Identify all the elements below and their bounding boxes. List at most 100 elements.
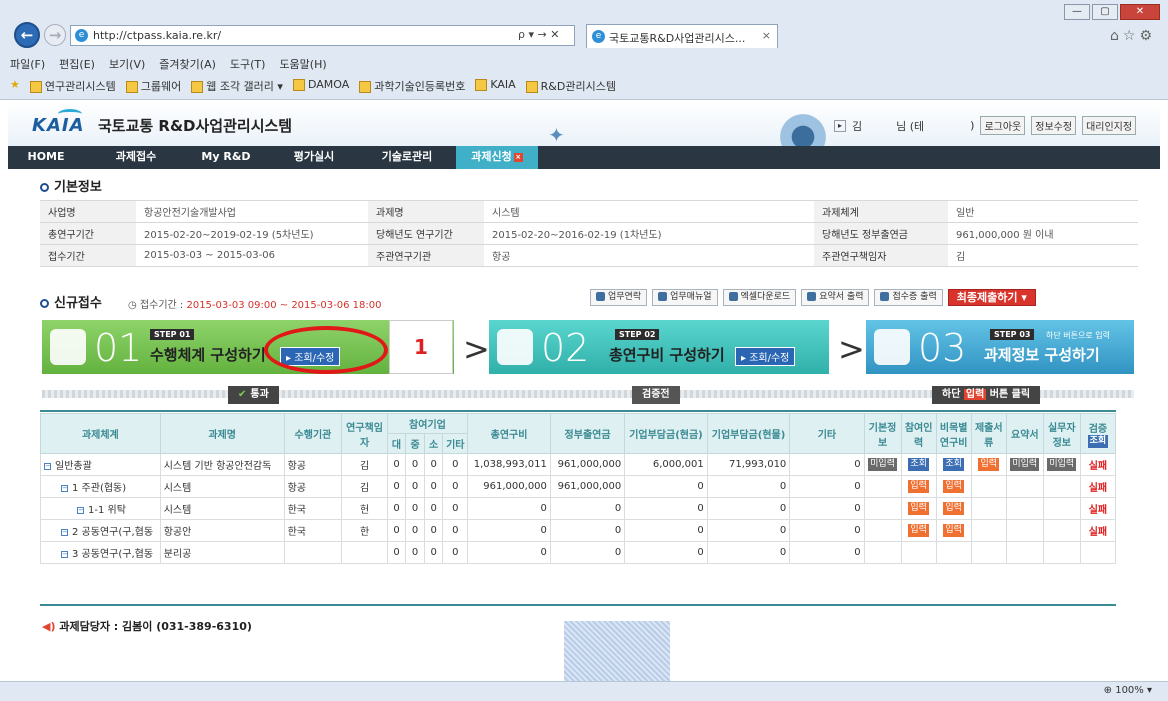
- favorite-item[interactable]: 그룹웨어: [125, 78, 181, 94]
- verify-view-button[interactable]: 조회: [1087, 434, 1109, 448]
- print-receipt-button[interactable]: 접수증 출력: [874, 289, 943, 306]
- cell: 0: [405, 475, 425, 498]
- empty-cell: [1042, 475, 1081, 498]
- menu-bar: 파일(F) 편집(E) 보기(V) 즐겨찾기(A) 도구(T) 도움말(H): [10, 56, 327, 72]
- menu-edit[interactable]: 편집(E): [59, 56, 95, 72]
- gov-fund: 0: [549, 541, 626, 564]
- favorite-item[interactable]: DAMOA: [292, 78, 349, 94]
- nav-evaluation[interactable]: 평가실시: [276, 146, 352, 169]
- favorites-star-icon[interactable]: ★: [10, 78, 20, 94]
- address-bar[interactable]: e http://ctpass.kaia.re.kr/: [70, 25, 575, 46]
- basic-info-status[interactable]: 미입력: [868, 458, 897, 471]
- col-header: 요약서: [1005, 413, 1044, 454]
- project-name: 시스템: [159, 475, 285, 498]
- summary-status[interactable]: 미입력: [1010, 458, 1040, 471]
- manager-info: ◀) 과제담당자 : 김봄이 (031-389-6310): [42, 620, 252, 633]
- budget-input-button[interactable]: 입력: [943, 480, 964, 493]
- logout-button[interactable]: 로그아웃: [980, 116, 1026, 135]
- favorite-item[interactable]: 연구관리시스템: [29, 78, 116, 94]
- menu-view[interactable]: 보기(V): [109, 56, 145, 72]
- staff-input-button[interactable]: 입력: [908, 524, 929, 537]
- menu-tools[interactable]: 도구(T): [230, 56, 266, 72]
- status-badge: ✔ 통과: [228, 386, 279, 404]
- site-header: KAIA 국토교통 R&D사업관리시스템 ✦ ▸ 김 님 (테 ) 로그아웃 정…: [8, 101, 1160, 147]
- close-tab-icon[interactable]: ×: [513, 152, 523, 162]
- forward-icon[interactable]: →: [44, 24, 66, 46]
- cell: 0: [405, 453, 425, 476]
- menu-file[interactable]: 파일(F): [10, 56, 45, 72]
- menu-help[interactable]: 도움말(H): [279, 56, 326, 72]
- nav-my-rd[interactable]: My R&D: [188, 146, 264, 169]
- user-suffix: 님 (테: [896, 119, 925, 133]
- url-text: http://ctpass.kaia.re.kr/: [93, 29, 222, 42]
- info-label: 당해년도 정부출연금: [814, 222, 948, 245]
- ie-icon: e: [592, 30, 605, 43]
- collapse-icon[interactable]: −: [77, 506, 84, 514]
- staff-input-button[interactable]: 입력: [908, 502, 929, 515]
- col-header: 기타: [789, 413, 865, 454]
- tree-cell[interactable]: −1-1 위탁: [40, 497, 161, 520]
- staff-info-status[interactable]: 미입력: [1047, 458, 1077, 471]
- staff-view-button[interactable]: 조회: [908, 458, 929, 471]
- project-name: 시스템: [159, 497, 285, 520]
- bullet-icon: [40, 183, 49, 192]
- etc: 0: [789, 541, 865, 564]
- staff-input-button[interactable]: 입력: [908, 480, 929, 493]
- collapse-icon[interactable]: −: [44, 462, 51, 470]
- col-subheader: 대: [386, 433, 407, 454]
- cell: 0: [386, 541, 407, 564]
- final-submit-button[interactable]: 최종제출하기 ▾: [947, 289, 1036, 306]
- manual-button[interactable]: 업무매뉴얼: [652, 289, 718, 306]
- close-icon[interactable]: ✕: [1120, 4, 1160, 20]
- budget-view-button[interactable]: 조회: [943, 458, 964, 471]
- nav-home[interactable]: HOME: [8, 146, 84, 169]
- tree-cell[interactable]: −2 공동연구(구,협동: [40, 519, 161, 542]
- browser-tab[interactable]: e 국토교통R&D사업관리시스... ×: [586, 24, 778, 48]
- company-inkind: 71,993,010: [706, 453, 791, 476]
- gear-icon[interactable]: ⚙: [1139, 28, 1156, 44]
- documents-input-button[interactable]: 입력: [978, 458, 1000, 471]
- col-header: 기업부담금(현물): [706, 413, 791, 454]
- collapse-icon[interactable]: −: [61, 484, 68, 492]
- speaker-icon: ◀): [42, 620, 56, 633]
- nav-submission[interactable]: 과제접수: [98, 146, 174, 169]
- collapse-icon[interactable]: −: [61, 528, 68, 536]
- proxy-button[interactable]: 대리인지정: [1082, 116, 1137, 135]
- view-edit-button[interactable]: ▸ 조회/수정: [735, 347, 796, 366]
- address-tools[interactable]: ρ ▾ → ✕: [518, 28, 559, 41]
- home-icon[interactable]: ⌂: [1110, 28, 1123, 44]
- excel-download-button[interactable]: 엑셀다운로드: [722, 289, 797, 306]
- cell: 0: [423, 475, 444, 498]
- budget-input-button[interactable]: 입력: [943, 502, 964, 515]
- cell: 0: [405, 497, 425, 520]
- empty-cell: [1079, 541, 1117, 564]
- favorite-item[interactable]: R&D관리시스템: [525, 78, 616, 94]
- zoom-control[interactable]: ⊕ 100% ▾: [1104, 685, 1152, 696]
- print-summary-button[interactable]: 요약서 출력: [801, 289, 870, 306]
- col-header: 참여인력: [900, 413, 937, 454]
- info-label: 접수기간: [40, 244, 136, 267]
- back-icon[interactable]: ←: [14, 22, 40, 48]
- tree-cell[interactable]: − 일반총괄: [40, 453, 161, 476]
- favorite-item[interactable]: 과학기술인등록번호: [359, 78, 465, 94]
- toolbar-icons: ⌂☆⚙: [1110, 28, 1156, 44]
- collapse-icon[interactable]: −: [61, 550, 68, 558]
- browser-chrome: ← → e http://ctpass.kaia.re.kr/ ρ ▾ → ✕ …: [0, 0, 1168, 100]
- tree-cell[interactable]: −1 주관(협동): [40, 475, 161, 498]
- menu-favorites[interactable]: 즐겨찾기(A): [159, 56, 216, 72]
- favorite-item[interactable]: KAIA: [475, 78, 516, 94]
- status-badge: 검증전: [632, 386, 680, 404]
- maximize-icon[interactable]: ▢: [1092, 4, 1118, 20]
- nav-project-apply[interactable]: 과제신청 ×: [456, 146, 538, 169]
- tree-cell[interactable]: −3 공동연구(구,협동: [40, 541, 161, 564]
- contact-button[interactable]: 업무연락: [590, 289, 648, 306]
- budget-input-button[interactable]: 입력: [943, 524, 964, 537]
- tab-close-icon[interactable]: ×: [762, 29, 771, 42]
- nav-tech-management[interactable]: 기술로관리: [364, 146, 450, 169]
- favorite-item[interactable]: 웹 조각 갤러리 ▾: [191, 78, 283, 94]
- browser-status-bar: ⊕ 100% ▾: [0, 681, 1168, 701]
- star-icon[interactable]: ☆: [1123, 28, 1140, 44]
- kaia-logo[interactable]: KAIA: [32, 109, 85, 136]
- minimize-icon[interactable]: —: [1064, 4, 1090, 20]
- edit-info-button[interactable]: 정보수정: [1031, 116, 1077, 135]
